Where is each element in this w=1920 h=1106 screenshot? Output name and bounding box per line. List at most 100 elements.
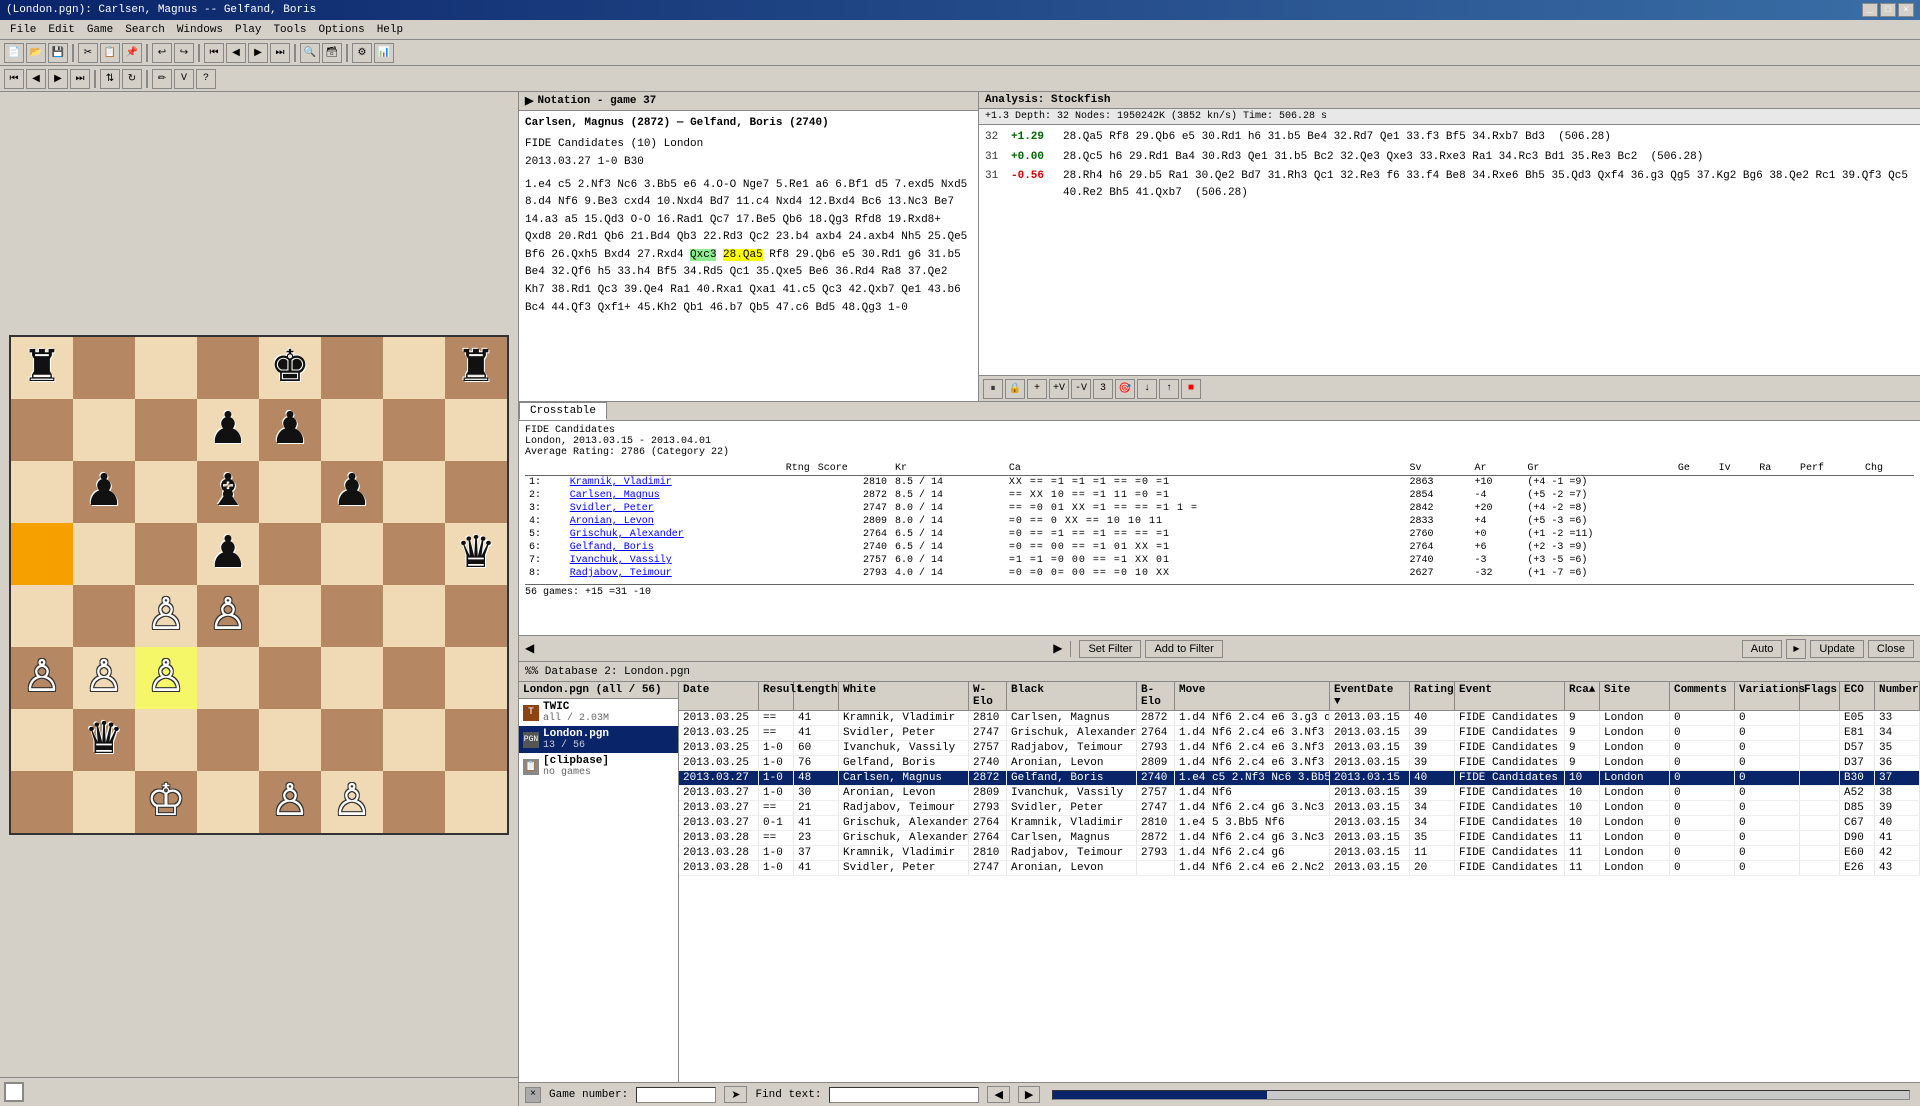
update-btn[interactable]: Update <box>1810 640 1863 658</box>
menu-edit[interactable]: Edit <box>42 23 80 37</box>
stop-btn[interactable]: ■ <box>1181 379 1201 399</box>
cell-7-6[interactable] <box>383 771 445 833</box>
ct-name[interactable]: Aronian, Levon <box>566 515 814 528</box>
col-rating[interactable]: Rating <box>1410 682 1455 710</box>
cell-0-1[interactable] <box>73 337 135 399</box>
prev-move-btn[interactable]: ◀ <box>26 69 46 89</box>
col-belo[interactable]: B-Elo <box>1137 682 1175 710</box>
col-white[interactable]: White <box>839 682 969 710</box>
go-btn[interactable]: ➤ <box>724 1086 747 1103</box>
redo-btn[interactable]: ↪ <box>174 43 194 63</box>
cell-0-6[interactable] <box>383 337 445 399</box>
game-row[interactable]: 2013.03.27 1-0 30 Aronian, Levon 2809 Iv… <box>679 786 1920 801</box>
cell-7-1[interactable] <box>73 771 135 833</box>
cell-5-7[interactable] <box>445 647 507 709</box>
cell-4-6[interactable] <box>383 585 445 647</box>
cell-3-3[interactable]: ♟ <box>197 523 259 585</box>
auto-arrow[interactable]: ▶ <box>1786 639 1806 659</box>
cell-4-3[interactable]: ♙ <box>197 585 259 647</box>
cell-6-0[interactable] <box>11 709 73 771</box>
cell-0-0[interactable]: ♜ <box>11 337 73 399</box>
close-button[interactable]: × <box>1898 3 1914 17</box>
col-date[interactable]: Date <box>679 682 759 710</box>
cell-1-1[interactable] <box>73 399 135 461</box>
close-btn[interactable]: Close <box>1868 640 1914 658</box>
col-result[interactable]: Result <box>759 682 794 710</box>
cell-2-7[interactable] <box>445 461 507 523</box>
cell-7-0[interactable] <box>11 771 73 833</box>
col-eco[interactable]: ECO <box>1840 682 1875 710</box>
move-qxc3[interactable]: Qxc3 <box>690 249 716 261</box>
cell-0-4[interactable]: ♚ <box>259 337 321 399</box>
lock-btn[interactable]: 🔒 <box>1005 379 1025 399</box>
analysis-content[interactable]: 32 +1.29 28.Qa5 Rf8 29.Qb6 e5 30.Rd1 h6 … <box>979 125 1920 375</box>
col-number[interactable]: Number <box>1875 682 1920 710</box>
menu-help[interactable]: Help <box>371 23 409 37</box>
score-btn[interactable]: +V <box>1049 379 1069 399</box>
cell-3-0[interactable] <box>11 523 73 585</box>
ct-scroll-left[interactable]: ◀ <box>525 641 534 656</box>
game-row[interactable]: 2013.03.25 1-0 76 Gelfand, Boris 2740 Ar… <box>679 756 1920 771</box>
cell-6-2[interactable] <box>135 709 197 771</box>
menu-play[interactable]: Play <box>229 23 267 37</box>
cell-5-3[interactable] <box>197 647 259 709</box>
minus-score-btn[interactable]: -V <box>1071 379 1091 399</box>
col-event[interactable]: Event <box>1455 682 1565 710</box>
game-row[interactable]: 2013.03.25 1-0 60 Ivanchuk, Vassily 2757… <box>679 741 1920 756</box>
cell-1-3[interactable]: ♟ <box>197 399 259 461</box>
cell-7-5[interactable]: ♙ <box>321 771 383 833</box>
next-game-btn[interactable]: ▶ <box>248 43 268 63</box>
col-evdate[interactable]: EventDate ▼ <box>1330 682 1410 710</box>
game-row[interactable]: 2013.03.27 == 21 Radjabov, Teimour 2793 … <box>679 801 1920 816</box>
cell-3-1[interactable] <box>73 523 135 585</box>
col-variations[interactable]: Variations <box>1735 682 1800 710</box>
cell-6-7[interactable] <box>445 709 507 771</box>
cell-5-0[interactable]: ♙ <box>11 647 73 709</box>
rotate-btn[interactable]: ↻ <box>122 69 142 89</box>
cell-0-5[interactable] <box>321 337 383 399</box>
cell-6-3[interactable] <box>197 709 259 771</box>
menu-windows[interactable]: Windows <box>171 23 229 37</box>
cell-4-5[interactable] <box>321 585 383 647</box>
col-site[interactable]: Site <box>1600 682 1670 710</box>
cell-5-1[interactable]: ♙ <box>73 647 135 709</box>
moves-text[interactable]: 1.e4 c5 2.Nf3 Nc6 3.Bb5 e6 4.O-O Nge7 5.… <box>525 177 972 318</box>
cell-4-0[interactable] <box>11 585 73 647</box>
depth-btn[interactable]: 3 <box>1093 379 1113 399</box>
game-row[interactable]: 2013.03.25 == 41 Kramnik, Vladimir 2810 … <box>679 711 1920 726</box>
cell-7-3[interactable] <box>197 771 259 833</box>
cell-5-2[interactable]: ♙ <box>135 647 197 709</box>
game-row[interactable]: 2013.03.28 1-0 41 Svidler, Peter 2747 Ar… <box>679 861 1920 876</box>
cut-btn[interactable]: ✂ <box>78 43 98 63</box>
ct-player-row[interactable]: 8: Radjabov, Teimour 2793 4.0 / 14 =0 =0… <box>525 567 1914 580</box>
col-rca[interactable]: Rca▲ <box>1565 682 1600 710</box>
menu-game[interactable]: Game <box>81 23 119 37</box>
db-item-clipbase[interactable]: 📋 [clipbase] no games <box>519 753 678 780</box>
cell-4-1[interactable] <box>73 585 135 647</box>
plus-btn[interactable]: + <box>1027 379 1047 399</box>
cell-2-5[interactable]: ♟ <box>321 461 383 523</box>
ct-name[interactable]: Ivanchuk, Vassily <box>566 554 814 567</box>
ct-name[interactable]: Carlsen, Magnus <box>566 489 814 502</box>
cell-2-4[interactable] <box>259 461 321 523</box>
cell-0-7[interactable]: ♜ <box>445 337 507 399</box>
ct-player-row[interactable]: 3: Svidler, Peter 2747 8.0 / 14 == =0 01… <box>525 502 1914 515</box>
variation-btn[interactable]: V <box>174 69 194 89</box>
cell-1-7[interactable] <box>445 399 507 461</box>
col-welo[interactable]: W-Elo <box>969 682 1007 710</box>
cell-5-4[interactable] <box>259 647 321 709</box>
ct-player-row[interactable]: 5: Grischuk, Alexander 2764 6.5 / 14 =0 … <box>525 528 1914 541</box>
next-move-btn[interactable]: ▶ <box>48 69 68 89</box>
find-next-btn[interactable]: ▶ <box>1018 1086 1040 1103</box>
cell-6-1[interactable]: ♛ <box>73 709 135 771</box>
game-number-input[interactable] <box>636 1087 716 1103</box>
cell-3-5[interactable] <box>321 523 383 585</box>
game-row[interactable]: 2013.03.25 == 41 Svidler, Peter 2747 Gri… <box>679 726 1920 741</box>
col-length[interactable]: Length <box>794 682 839 710</box>
cell-0-3[interactable] <box>197 337 259 399</box>
cell-6-5[interactable] <box>321 709 383 771</box>
db-item-london[interactable]: PGN London.pgn 13 / 56 <box>519 726 678 753</box>
set-filter-btn[interactable]: Set Filter <box>1079 640 1141 658</box>
last-move-btn[interactable]: ⏭ <box>70 69 90 89</box>
game-list[interactable]: 2013.03.25 == 41 Kramnik, Vladimir 2810 … <box>679 711 1920 1082</box>
